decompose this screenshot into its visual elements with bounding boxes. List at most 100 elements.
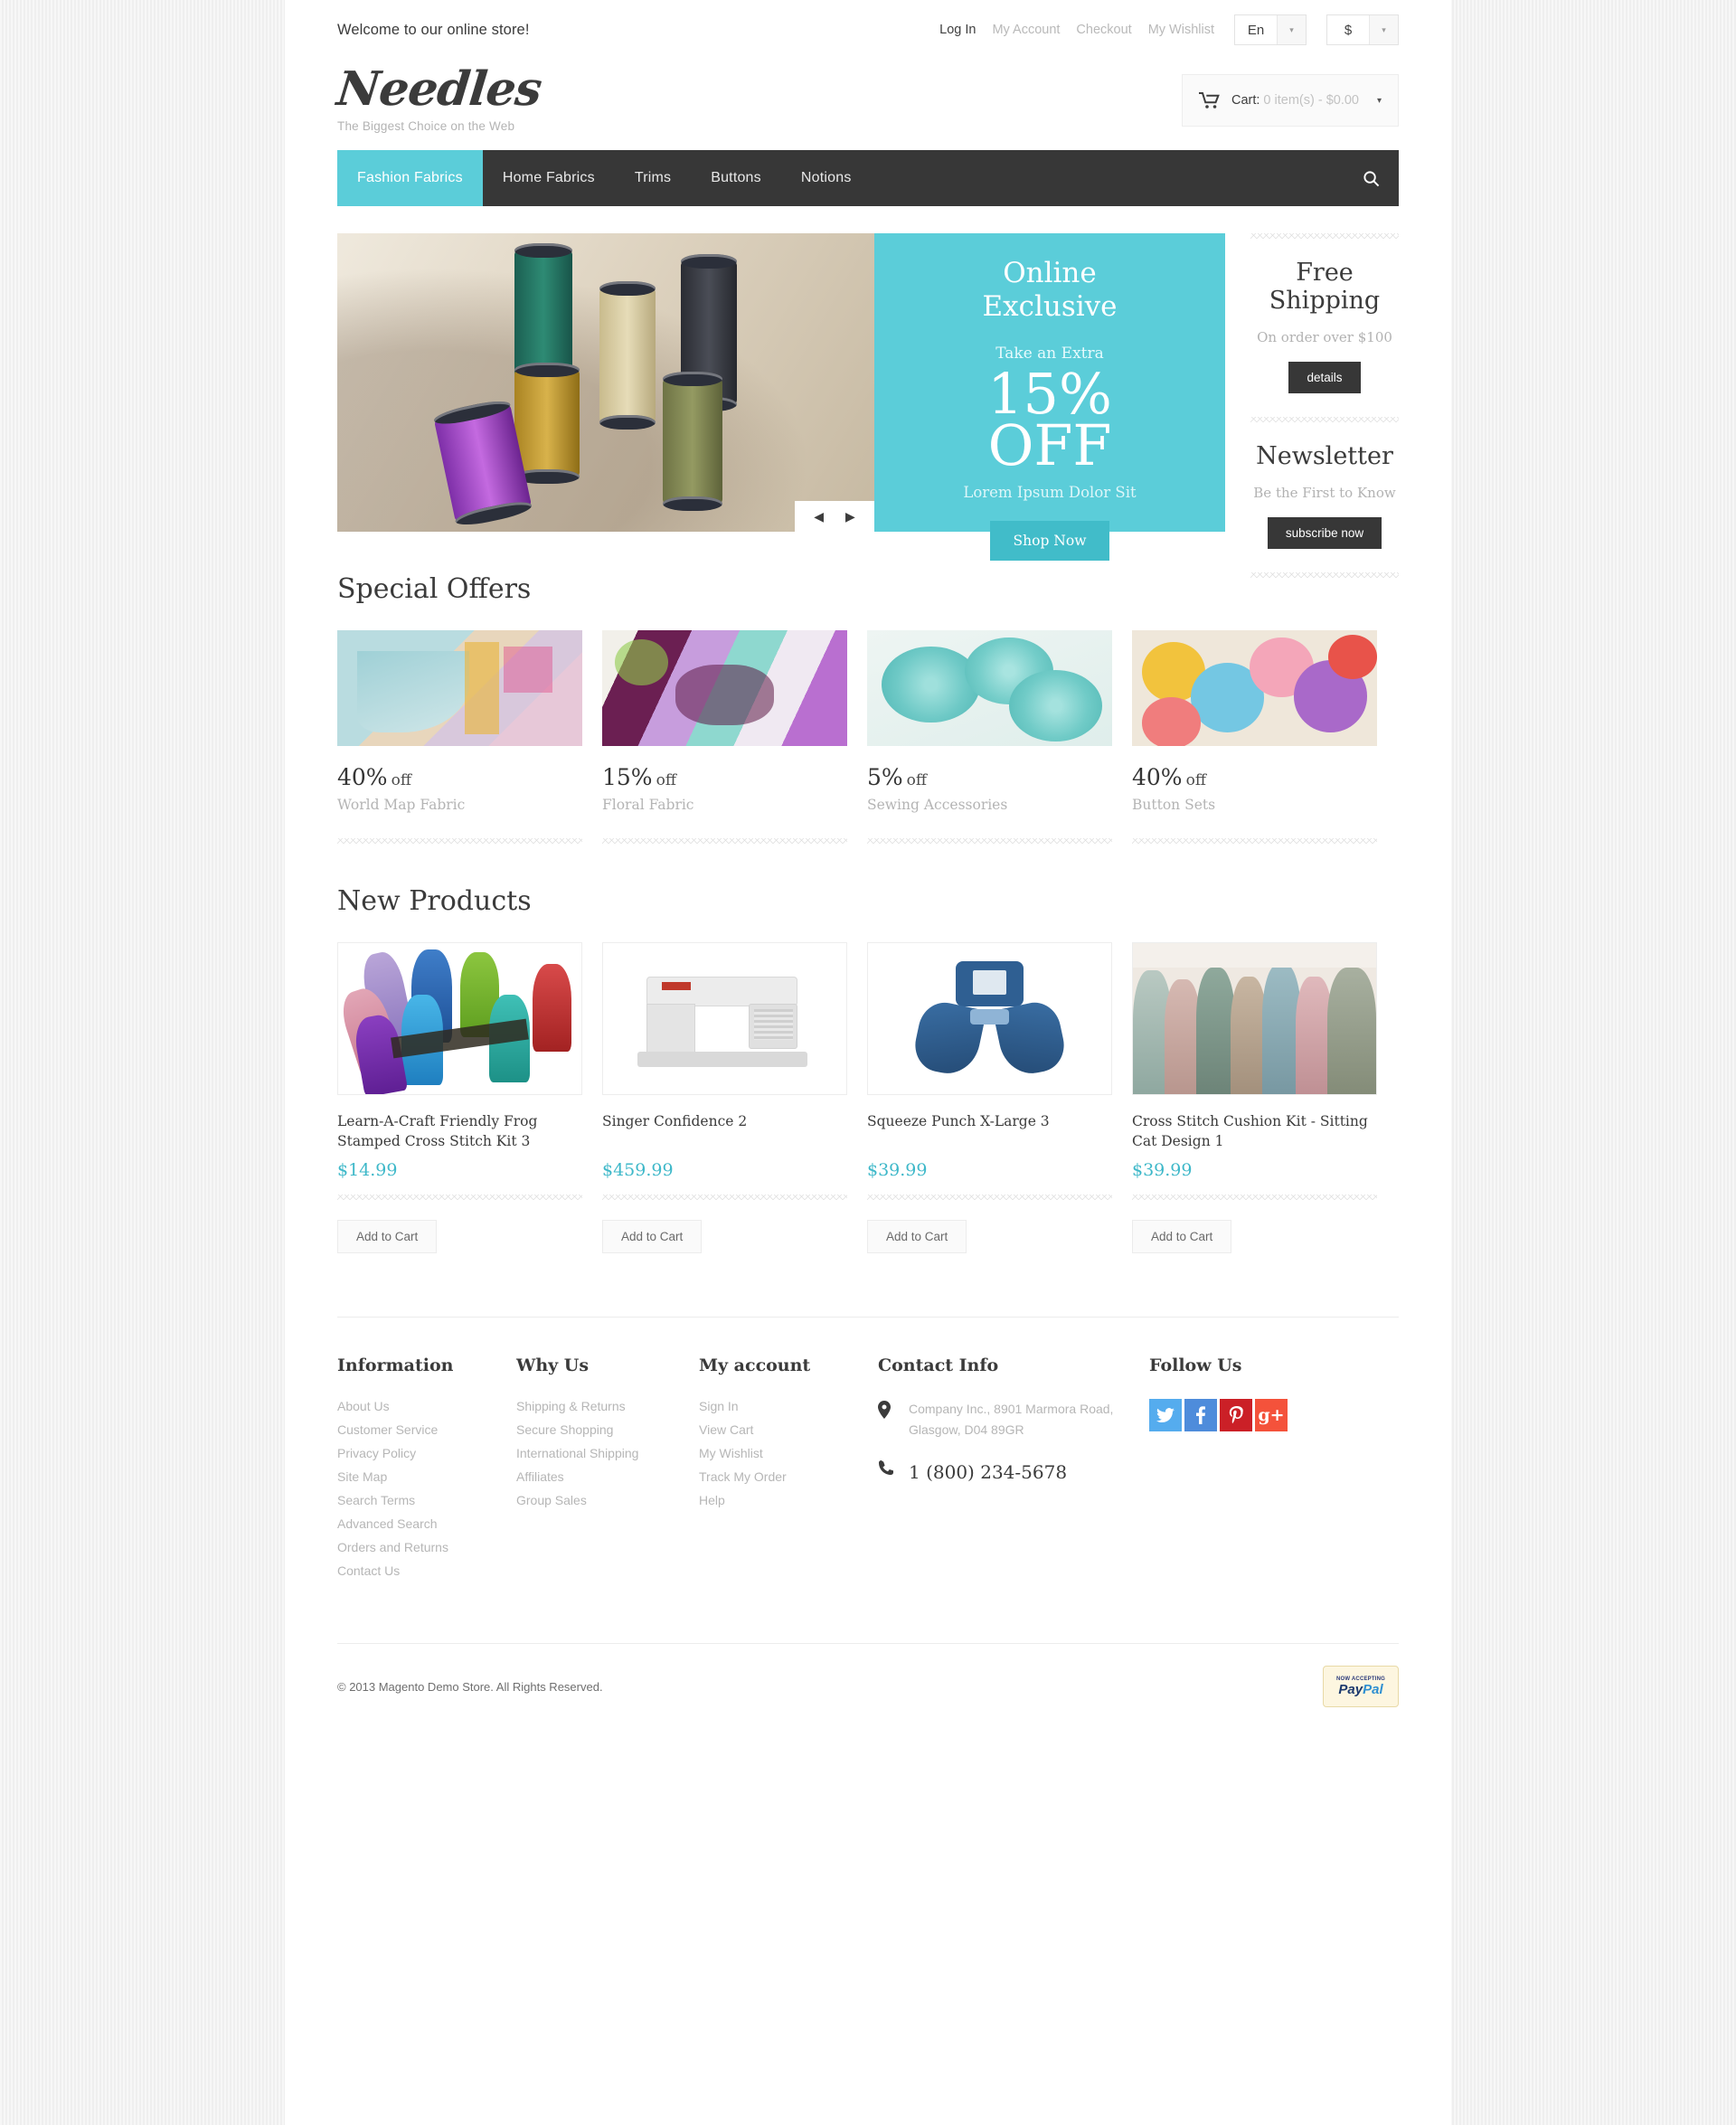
nav-item-fashion-fabrics[interactable]: Fashion Fabrics	[337, 150, 483, 206]
footer-column-my-account: My account Sign In View Cart My Wishlist…	[699, 1355, 878, 1587]
footer-column-title: Why Us	[516, 1355, 590, 1375]
social-links: g+	[1149, 1399, 1399, 1431]
page-root: Welcome to our online store! Log In My A…	[285, 0, 1451, 2125]
search-icon[interactable]	[1343, 150, 1399, 206]
pinterest-icon[interactable]	[1220, 1399, 1252, 1431]
offer-card[interactable]: 40% off Button Sets	[1132, 630, 1377, 844]
product-image[interactable]	[867, 942, 1112, 1095]
footer-link-site-map[interactable]: Site Map	[337, 1469, 516, 1484]
product-image[interactable]	[1132, 942, 1377, 1095]
footer-link-help[interactable]: Help	[699, 1493, 878, 1507]
footer-link-affiliates[interactable]: Affiliates	[516, 1469, 699, 1484]
footer-link-my-wishlist[interactable]: My Wishlist	[699, 1446, 878, 1460]
special-offers-title: Special Offers	[337, 573, 532, 605]
currency-value: $	[1327, 15, 1369, 44]
nav-item-trims[interactable]: Trims	[615, 150, 691, 206]
offer-percent: 40%	[337, 764, 388, 790]
cart-label: Cart:	[1231, 93, 1260, 108]
zigzag-divider	[1132, 838, 1377, 844]
promo-banner: Online Exclusive Take an Extra 15% OFF Lor…	[874, 233, 1225, 562]
offer-off-label: off	[1185, 771, 1206, 789]
footer-link-track-my-order[interactable]: Track My Order	[699, 1469, 878, 1484]
slider-next-icon[interactable]: ▶	[845, 510, 855, 523]
product-card[interactable]: Singer Confidence 2 $459.99 Add to Cart	[602, 942, 847, 1253]
logo[interactable]: Needles The Biggest Choice on the Web	[335, 61, 544, 134]
zigzag-divider	[602, 838, 847, 844]
add-to-cart-button[interactable]: Add to Cart	[867, 1220, 967, 1253]
contact-address-row: Company Inc., 8901 Marmora Road, Glasgow…	[878, 1399, 1149, 1440]
product-name[interactable]: Singer Confidence 2	[602, 1111, 847, 1151]
main-navigation: Fashion Fabrics Home Fabrics Trims Butto…	[337, 150, 1399, 206]
promo-discount: 15% OFF	[987, 361, 1112, 479]
footer-link-search-terms[interactable]: Search Terms	[337, 1493, 516, 1507]
details-button[interactable]: details	[1288, 362, 1361, 394]
product-card[interactable]: Learn-A-Craft Friendly Frog Stamped Cros…	[337, 942, 582, 1253]
product-price: $39.99	[1132, 1160, 1193, 1180]
product-name[interactable]: Squeeze Punch X-Large 3	[867, 1111, 1112, 1151]
zigzag-divider	[867, 1195, 1112, 1200]
twitter-icon[interactable]	[1149, 1399, 1182, 1431]
zigzag-divider	[1250, 572, 1399, 579]
add-to-cart-button[interactable]: Add to Cart	[602, 1220, 703, 1253]
footer-column-contact-info: Contact Info Company Inc., 8901 Marmora …	[878, 1355, 1149, 1587]
slider-prev-icon[interactable]: ◀	[814, 510, 824, 523]
footer-link-secure-shopping[interactable]: Secure Shopping	[516, 1422, 699, 1437]
footer-link-sign-in[interactable]: Sign In	[699, 1399, 878, 1413]
branding-row: Needles The Biggest Choice on the Web Ca…	[335, 51, 1399, 150]
offer-image	[1132, 630, 1377, 746]
subscribe-now-button[interactable]: subscribe now	[1267, 517, 1382, 550]
copyright: © 2013 Magento Demo Store. All Rights Re…	[337, 1679, 603, 1694]
footer-link-customer-service[interactable]: Customer Service	[337, 1422, 516, 1437]
footer-link-contact-us[interactable]: Contact Us	[337, 1563, 516, 1578]
add-to-cart-button[interactable]: Add to Cart	[337, 1220, 438, 1253]
paypal-badge: NOW ACCEPTING PayPal	[1323, 1666, 1399, 1707]
offer-card[interactable]: 15% off Floral Fabric	[602, 630, 847, 844]
product-image[interactable]	[337, 942, 582, 1095]
product-card[interactable]: Squeeze Punch X-Large 3 $39.99 Add to Ca…	[867, 942, 1112, 1253]
footer-link-orders-and-returns[interactable]: Orders and Returns	[337, 1540, 516, 1554]
logo-tagline: The Biggest Choice on the Web	[337, 119, 515, 134]
footer-link-international-shipping[interactable]: International Shipping	[516, 1446, 699, 1460]
facebook-icon[interactable]	[1184, 1399, 1217, 1431]
product-name[interactable]: Learn-A-Craft Friendly Frog Stamped Cros…	[337, 1111, 582, 1151]
nav-item-home-fabrics[interactable]: Home Fabrics	[483, 150, 615, 206]
footer-link-about-us[interactable]: About Us	[337, 1399, 516, 1413]
footer: Information About Us Customer Service Pr…	[337, 1318, 1399, 1587]
googleplus-icon[interactable]: g+	[1255, 1399, 1288, 1431]
top-link-my-account[interactable]: My Account	[992, 23, 1060, 37]
product-card[interactable]: Cross Stitch Cushion Kit - Sitting Cat D…	[1132, 942, 1377, 1253]
nav-item-buttons[interactable]: Buttons	[691, 150, 781, 206]
top-link-checkout[interactable]: Checkout	[1076, 23, 1131, 37]
currency-selector[interactable]: $ ▾	[1326, 14, 1399, 45]
slider-arrows[interactable]: ◀ ▶	[795, 501, 874, 532]
special-offers-grid: 40% off World Map Fabric 15% off Floral Fa…	[337, 630, 1399, 844]
contact-phone[interactable]: 1 (800) 234-5678	[909, 1458, 1067, 1487]
language-selector[interactable]: En ▾	[1234, 14, 1307, 45]
add-to-cart-button[interactable]: Add to Cart	[1132, 1220, 1232, 1253]
contact-address: Company Inc., 8901 Marmora Road, Glasgow…	[909, 1402, 1114, 1437]
footer-link-view-cart[interactable]: View Cart	[699, 1422, 878, 1437]
top-link-my-wishlist[interactable]: My Wishlist	[1148, 23, 1214, 37]
hero-slider[interactable]: ◀ ▶	[337, 233, 874, 532]
product-image[interactable]	[602, 942, 847, 1095]
phone-icon	[878, 1458, 909, 1480]
nav-item-notions[interactable]: Notions	[781, 150, 872, 206]
chevron-down-icon: ▾	[1369, 15, 1398, 44]
bottom-bar: © 2013 Magento Demo Store. All Rights Re…	[337, 1644, 1399, 1734]
footer-link-shipping-returns[interactable]: Shipping & Returns	[516, 1399, 699, 1413]
zigzag-divider	[337, 1195, 582, 1200]
footer-link-privacy-policy[interactable]: Privacy Policy	[337, 1446, 516, 1460]
product-price: $459.99	[602, 1160, 674, 1180]
offer-card[interactable]: 40% off World Map Fabric	[337, 630, 582, 844]
footer-link-group-sales[interactable]: Group Sales	[516, 1493, 699, 1507]
footer-link-advanced-search[interactable]: Advanced Search	[337, 1516, 516, 1531]
offer-name: World Map Fabric	[337, 797, 466, 813]
product-name[interactable]: Cross Stitch Cushion Kit - Sitting Cat D…	[1132, 1111, 1377, 1151]
top-link-log-in[interactable]: Log In	[939, 23, 976, 37]
zigzag-divider	[602, 1195, 847, 1200]
mini-cart[interactable]: Cart: 0 item(s) - $0.00 ▾	[1182, 74, 1399, 127]
newsletter-text: Be the First to Know	[1253, 485, 1396, 502]
offer-card[interactable]: 5% off Sewing Accessories	[867, 630, 1112, 844]
shop-now-button[interactable]: Shop Now	[989, 521, 1110, 562]
offer-text: 40% off World Map Fabric	[337, 764, 582, 813]
